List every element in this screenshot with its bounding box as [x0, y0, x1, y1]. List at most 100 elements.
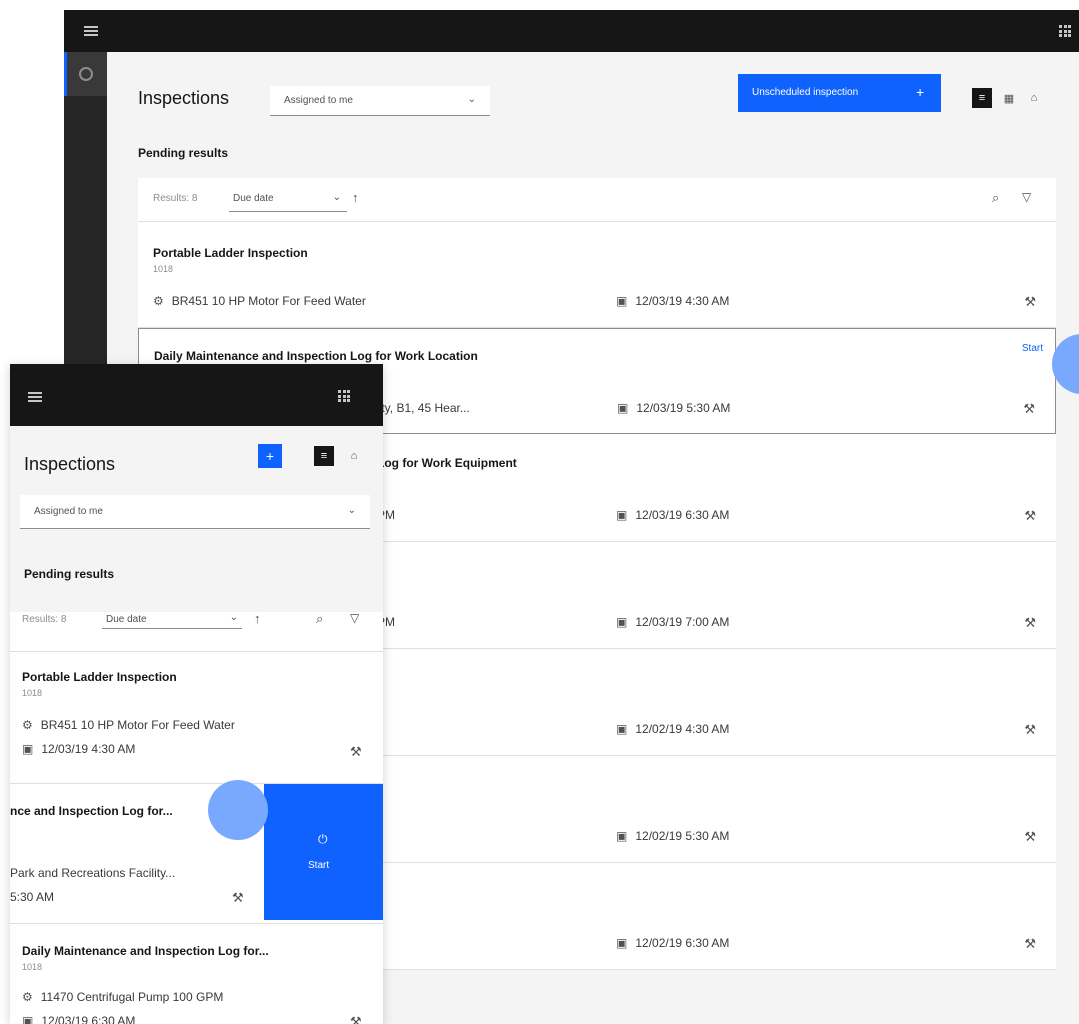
item-title: Portable Ladder Inspection	[153, 246, 308, 260]
top-bar	[64, 10, 1079, 52]
date-label: 12/03/19 5:30 AM	[636, 401, 731, 415]
sort-dropdown[interactable]: Due date ⌄	[102, 608, 242, 629]
date-label: 12/02/19 5:30 AM	[635, 829, 730, 843]
side-nav-item-inspections[interactable]	[64, 52, 107, 96]
arrow-up-icon[interactable]: ↑	[254, 611, 261, 626]
dropdown-value: Assigned to me	[284, 95, 353, 106]
list-icon: ≡	[320, 450, 328, 462]
assignment-filter-dropdown[interactable]: Assigned to me ⌄	[270, 86, 490, 116]
item-date: ▣ 12/02/19 6:30 AM	[616, 936, 729, 950]
wrench-icon: ⚒	[350, 1014, 362, 1024]
filter-icon[interactable]: ▽	[350, 611, 359, 625]
item-id: 1018	[153, 264, 174, 274]
date-label: 12/03/19 4:30 AM	[635, 294, 730, 308]
start-icon: ⏻	[318, 832, 328, 846]
start-link[interactable]: Start	[1022, 343, 1043, 354]
asset-icon: ⚙	[22, 990, 33, 1004]
start-swipe-button[interactable]: ⏻ Start	[264, 784, 383, 920]
asset-icon: ⚙	[22, 718, 33, 732]
list-icon: ≡	[978, 92, 986, 104]
item-date: 5:30 AM	[10, 890, 55, 904]
item-title: nce and Inspection Log for...	[10, 804, 173, 818]
hamburger-icon[interactable]	[28, 392, 42, 402]
item-title: Log for Work Equipment	[377, 456, 517, 470]
date-label: 12/03/19 7:00 AM	[635, 615, 730, 629]
asset-icon: ⚙	[153, 294, 164, 308]
add-inspection-button[interactable]: +	[258, 444, 282, 468]
sync-icon: ⌂	[1030, 92, 1038, 104]
calendar-icon: ▣	[22, 1014, 34, 1024]
search-icon[interactable]: ⌕	[992, 190, 999, 206]
list-toolbar: Results: 8 Due date ⌄ ↑ ⌕ ▽	[10, 611, 383, 652]
sync-icon: ⌂	[350, 450, 358, 462]
item-asset: ⚙ BR451 10 HP Motor For Feed Water	[153, 294, 366, 308]
list-item-swiped[interactable]: nce and Inspection Log for... Park and R…	[10, 784, 383, 924]
touch-indicator	[208, 780, 268, 840]
calendar-icon: ▣	[616, 936, 628, 950]
date-label: 12/02/19 6:30 AM	[635, 936, 730, 950]
results-count: Results: 8	[22, 614, 67, 625]
wrench-icon: ⚒	[1023, 401, 1035, 416]
item-id: 1018	[22, 962, 43, 972]
grid-view-button[interactable]: ▦	[999, 88, 1019, 108]
asset-label: BR451 10 HP Motor For Feed Water	[40, 718, 235, 732]
asset-label: 11470 Centrifugal Pump 100 GPM	[40, 990, 224, 1004]
item-asset: ⚙ BR451 10 HP Motor For Feed Water	[22, 718, 235, 732]
item-date: ▣ 12/03/19 4:30 AM	[616, 294, 729, 308]
search-icon[interactable]: ⌕	[316, 611, 323, 627]
results-list: Results: 8 Due date ⌄ ↑ ⌕ ▽ Portable Lad…	[10, 611, 383, 1024]
app-switcher-icon[interactable]	[338, 390, 350, 402]
calendar-icon: ▣	[22, 742, 34, 756]
chevron-down-icon: ⌄	[332, 192, 341, 203]
list-item[interactable]: Portable Ladder Inspection 1018 ⚙ BR451 1…	[10, 652, 383, 784]
sync-button[interactable]: ⌂	[1024, 88, 1044, 108]
wrench-icon: ⚒	[1024, 294, 1036, 309]
list-item[interactable]: Portable Ladder Inspection 1018 ⚙ BR451 1…	[138, 222, 1056, 328]
calendar-icon: ▣	[616, 294, 628, 308]
hamburger-icon[interactable]	[84, 26, 98, 36]
dropdown-value: Assigned to me	[34, 506, 103, 517]
item-date: ▣ 12/03/19 7:00 AM	[616, 615, 729, 629]
date-label: 12/03/19 6:30 AM	[635, 508, 730, 522]
start-label: Start	[308, 860, 330, 871]
sort-dropdown[interactable]: Due date ⌄	[229, 187, 347, 212]
item-asset: ⚙ 11470 Centrifugal Pump 100 GPM	[22, 990, 223, 1004]
item-title: Daily Maintenance and Inspection Log for…	[22, 944, 269, 958]
button-label: Unscheduled inspection	[752, 87, 859, 98]
app-switcher-icon[interactable]	[1059, 25, 1071, 37]
mobile-top-bar	[10, 364, 383, 426]
add-icon: +	[916, 84, 925, 100]
list-view-button[interactable]: ≡	[972, 88, 992, 108]
unscheduled-inspection-button[interactable]: Unscheduled inspection +	[738, 74, 941, 112]
grid-icon: ▦	[1003, 92, 1015, 105]
asset-label: BR451 10 HP Motor For Feed Water	[171, 294, 366, 308]
page-title: Inspections	[24, 454, 116, 474]
mobile-window: Inspections + ≡ ⌂ Assigned to me ⌄ Pendi…	[10, 364, 383, 1024]
sort-value: Due date	[106, 614, 147, 625]
inspection-icon	[79, 67, 93, 81]
item-asset: Park and Recreations Facility...	[10, 866, 176, 880]
item-date: ▣ 12/03/19 6:30 AM	[616, 508, 729, 522]
wrench-icon: ⚒	[1024, 615, 1036, 630]
calendar-icon: ▣	[616, 722, 628, 736]
results-count: Results: 8	[153, 193, 198, 204]
arrow-up-icon[interactable]: ↑	[352, 190, 359, 205]
chevron-down-icon: ⌄	[347, 505, 356, 516]
item-date: ▣ 12/02/19 5:30 AM	[616, 829, 729, 843]
sync-button[interactable]: ⌂	[344, 446, 364, 466]
chevron-down-icon: ⌄	[467, 94, 476, 105]
list-item[interactable]: Daily Maintenance and Inspection Log for…	[10, 924, 383, 1024]
item-date: ▣ 12/03/19 6:30 AM	[22, 1014, 135, 1024]
list-toolbar: Results: 8 Due date ⌄ ↑ ⌕ ▽	[138, 178, 1056, 222]
wrench-icon: ⚒	[1024, 829, 1036, 844]
filter-icon[interactable]: ▽	[1022, 190, 1031, 204]
calendar-icon: ▣	[616, 829, 628, 843]
chevron-down-icon: ⌄	[229, 612, 238, 623]
wrench-icon: ⚒	[1024, 508, 1036, 523]
wrench-icon: ⚒	[350, 744, 362, 759]
list-view-button[interactable]: ≡	[314, 446, 334, 466]
item-date: ▣ 12/03/19 5:30 AM	[617, 401, 730, 415]
assignment-filter-dropdown[interactable]: Assigned to me ⌄	[20, 495, 370, 529]
item-date: ▣ 12/02/19 4:30 AM	[616, 722, 729, 736]
calendar-icon: ▣	[616, 615, 628, 629]
